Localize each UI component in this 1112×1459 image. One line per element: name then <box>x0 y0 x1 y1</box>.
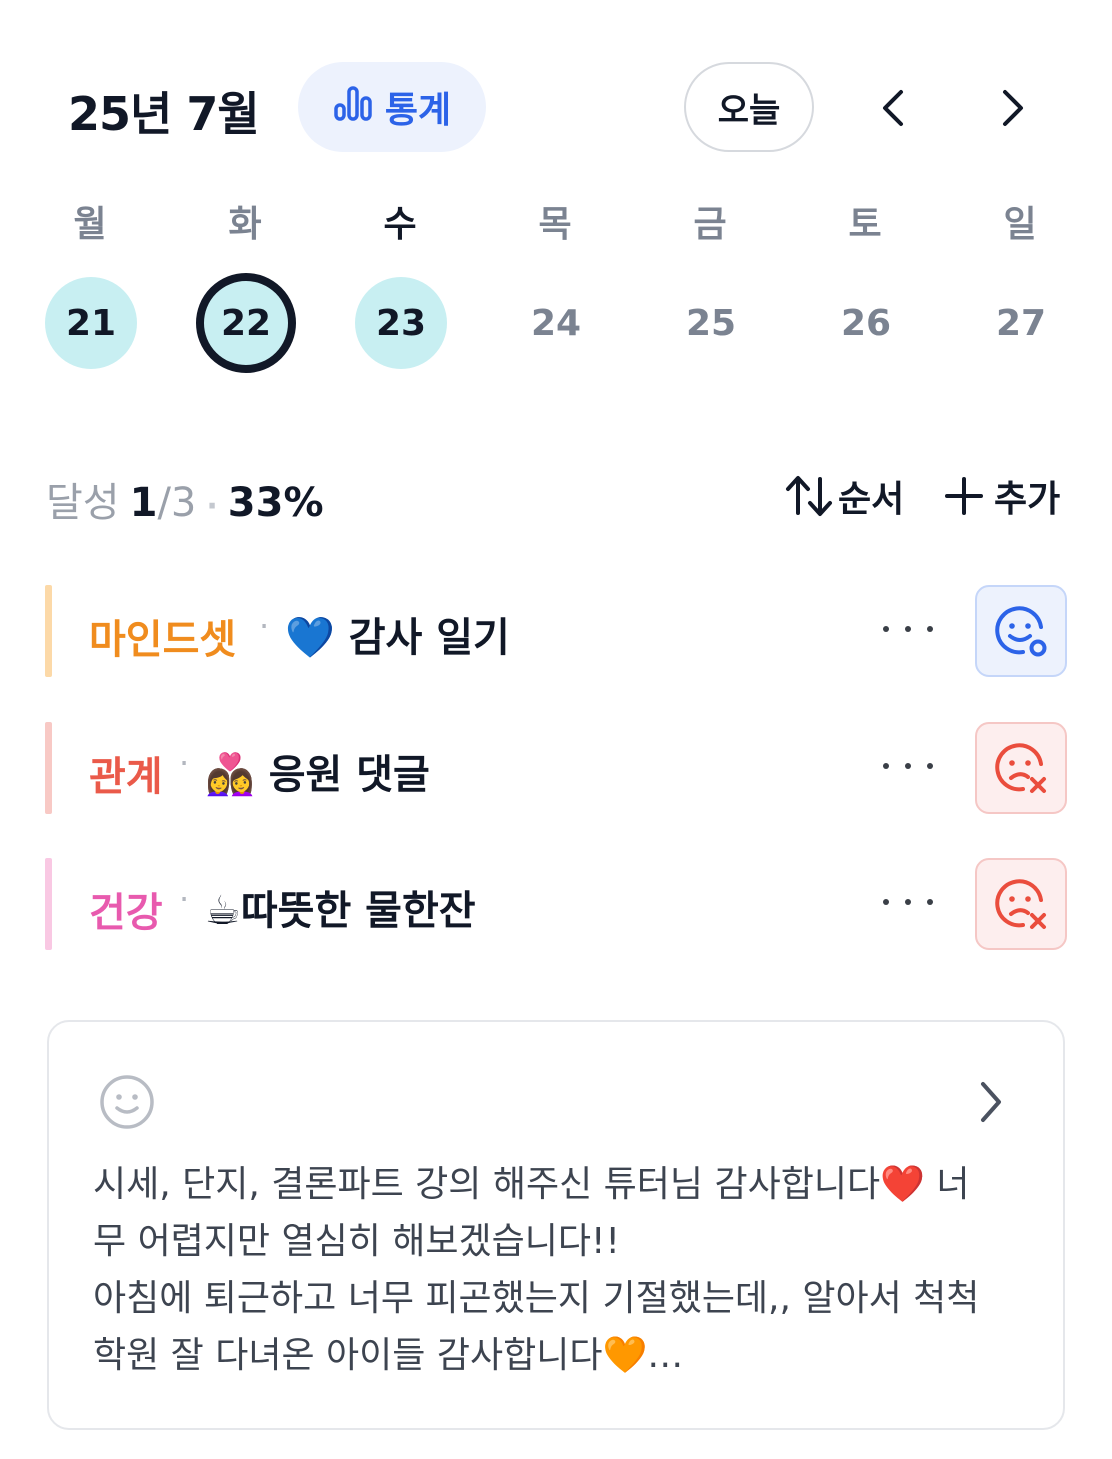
achievement-count: 1/3 <box>130 480 197 526</box>
category-accent-bar <box>45 722 52 814</box>
stats-label: 통계 <box>384 90 452 131</box>
day-25[interactable]: 25 <box>665 277 757 369</box>
weekday-fri: 금 <box>693 204 727 245</box>
bar-chart-icon <box>333 83 373 132</box>
sad-x-icon <box>995 879 1046 929</box>
note-line: 시세, 단지, 결론파트 강의 해주신 튜터님 감사합니다❤️ 너 <box>93 1164 970 1205</box>
weekday-tue: 화 <box>228 204 262 245</box>
reorder-label: 순서 <box>838 479 905 520</box>
chevron-left-icon <box>883 90 903 126</box>
weekday-labels: 월 화 수 목 금 토 일 <box>0 195 1112 245</box>
habit-separator: · <box>259 607 270 645</box>
more-options-button[interactable] <box>883 882 933 922</box>
more-options-button[interactable] <box>883 746 933 786</box>
category-accent-bar <box>45 858 52 950</box>
habit-separator: · <box>179 880 190 918</box>
note-body: 시세, 단지, 결론파트 강의 해주신 튜터님 감사합니다❤️ 너 무 어렵지만… <box>93 1156 1023 1384</box>
habit-status-missed-button[interactable] <box>975 858 1067 950</box>
habit-title: 💙 감사 일기 <box>285 615 510 661</box>
weekday-mon: 월 <box>73 204 107 245</box>
achievement-total: /3 <box>157 480 197 526</box>
habit-separator: · <box>179 744 190 782</box>
habit-row[interactable]: 건강 · ☕따뜻한 물한잔 <box>45 858 1070 950</box>
achievement-done: 1 <box>129 480 158 526</box>
day-21[interactable]: 21 <box>45 277 137 369</box>
more-options-button[interactable] <box>883 609 933 649</box>
chevron-right-icon[interactable] <box>973 1080 1007 1124</box>
today-button[interactable]: 오늘 <box>684 62 814 152</box>
habit-status-done-button[interactable] <box>975 585 1067 677</box>
habit-title: 👩‍❤️‍👩 응원 댓글 <box>205 752 430 798</box>
habit-category: 마인드셋 <box>89 617 237 663</box>
plus-icon <box>945 477 983 515</box>
sad-x-icon <box>995 743 1046 793</box>
add-habit-button[interactable]: 추가 <box>944 470 1060 522</box>
habit-title: ☕따뜻한 물한잔 <box>205 888 476 934</box>
day-27[interactable]: 27 <box>975 277 1067 369</box>
day-26[interactable]: 26 <box>820 277 912 369</box>
achievement-label: 달성 <box>46 480 120 526</box>
reorder-button[interactable]: 순서 <box>784 470 904 522</box>
note-line: 아침에 퇴근하고 너무 피곤했는지 기절했는데,, 알아서 척척 <box>93 1278 980 1319</box>
add-label: 추가 <box>994 479 1061 520</box>
weekday-sun: 일 <box>1003 204 1037 245</box>
calendar-header: 25년 7월 통계 오늘 <box>0 0 1112 170</box>
habit-row[interactable]: 관계 · 👩‍❤️‍👩 응원 댓글 <box>45 722 1070 814</box>
weekday-thu: 목 <box>538 204 572 245</box>
journal-note-card[interactable]: 시세, 단지, 결론파트 강의 해주신 튜터님 감사합니다❤️ 너 무 어렵지만… <box>47 1020 1065 1430</box>
chevron-right-icon <box>1003 90 1023 126</box>
sort-arrows-icon <box>786 476 832 516</box>
smile-check-icon <box>995 606 1047 657</box>
day-23[interactable]: 23 <box>355 277 447 369</box>
achievement-percent: 33% <box>227 480 324 526</box>
category-accent-bar <box>45 585 52 677</box>
note-line: 무 어렵지만 열심히 해보겠습니다!! <box>93 1221 620 1262</box>
prev-week-button[interactable] <box>866 80 922 136</box>
month-title[interactable]: 25년 7월 <box>68 78 260 144</box>
day-22[interactable]: 22 <box>196 273 296 373</box>
next-week-button[interactable] <box>984 80 1040 136</box>
weekday-sat: 토 <box>848 204 882 245</box>
summary-separator: · <box>206 489 218 524</box>
achievement-summary: 달성 1/3 · 33% <box>46 470 324 528</box>
stats-button[interactable]: 통계 <box>298 62 486 152</box>
note-line: 학원 잘 다녀온 아이들 감사합니다🧡… <box>93 1335 684 1376</box>
weekday-wed: 수 <box>383 204 417 245</box>
day-24[interactable]: 24 <box>510 277 602 369</box>
habit-category: 관계 <box>89 754 163 800</box>
habit-status-missed-button[interactable] <box>975 722 1067 814</box>
habit-row[interactable]: 마인드셋 · 💙 감사 일기 <box>45 585 1070 677</box>
habit-category: 건강 <box>89 890 163 936</box>
smile-icon <box>100 1075 154 1129</box>
